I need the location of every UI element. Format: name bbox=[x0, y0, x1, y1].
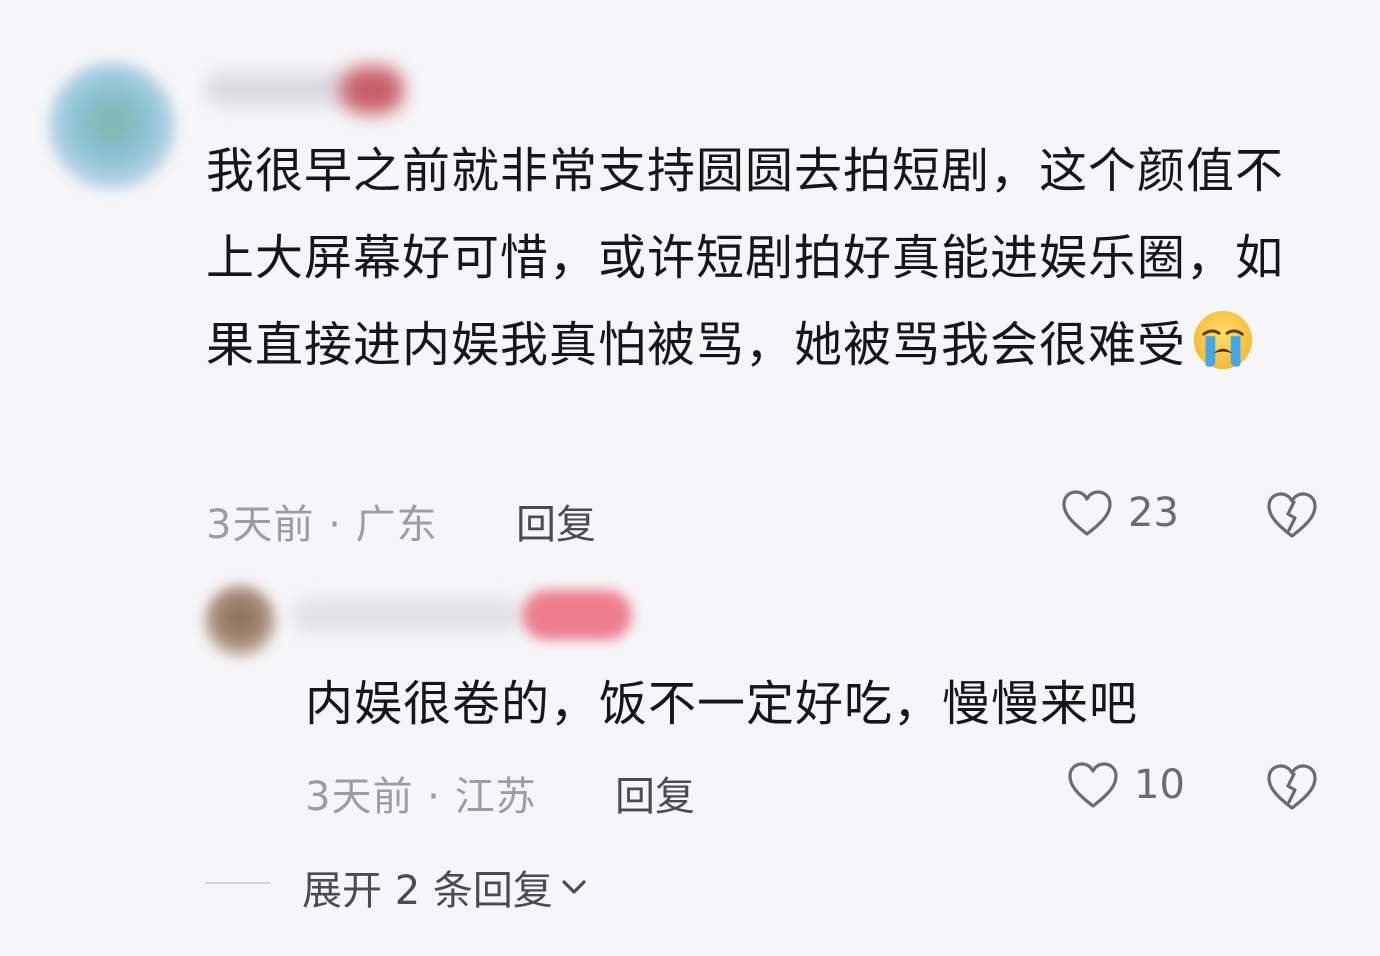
reply-reply-button[interactable]: 回复 bbox=[615, 764, 695, 822]
reply-text: 内娱很卷的，饭不一定好吃，慢慢来吧 bbox=[305, 676, 1139, 732]
heart-icon bbox=[1062, 490, 1112, 536]
user-badge-blurred bbox=[340, 66, 404, 114]
broken-heart-icon[interactable] bbox=[1265, 762, 1319, 812]
expand-replies-button[interactable]: 展开 2 条回复 bbox=[302, 858, 589, 916]
reply-meta: 3天前 · 江苏 bbox=[305, 774, 537, 820]
avatar[interactable] bbox=[48, 62, 176, 190]
reply-author-badge-blurred bbox=[522, 590, 632, 640]
like-button[interactable]: 23 bbox=[1060, 488, 1179, 538]
reply-avatar[interactable] bbox=[204, 585, 276, 657]
reply-button[interactable]: 回复 bbox=[516, 492, 596, 550]
comment-meta: 3天前 · 广东 bbox=[206, 502, 438, 548]
chevron-down-icon bbox=[562, 880, 586, 894]
comment-thread: 我很早之前就非常支持圆圆去拍短剧，这个颜值不上大屏幕好可惜，或许短剧拍好真能进娱… bbox=[0, 0, 1380, 956]
reply-username-blurred[interactable] bbox=[292, 598, 522, 632]
heart-icon bbox=[1068, 762, 1118, 808]
comment-text: 我很早之前就非常支持圆圆去拍短剧，这个颜值不上大屏幕好可惜，或许短剧拍好真能进娱… bbox=[206, 128, 1306, 389]
comment-text-content: 我很早之前就非常支持圆圆去拍短剧，这个颜值不上大屏幕好可惜，或许短剧拍好真能进娱… bbox=[206, 143, 1285, 373]
broken-heart-icon[interactable] bbox=[1265, 490, 1319, 540]
divider-line bbox=[205, 882, 271, 884]
reply-like-button[interactable]: 10 bbox=[1066, 760, 1185, 810]
reply-like-count: 10 bbox=[1134, 762, 1185, 808]
loudly-crying-face-icon bbox=[1193, 310, 1253, 370]
expand-replies-label: 展开 2 条回复 bbox=[302, 868, 553, 914]
like-count: 23 bbox=[1128, 490, 1179, 536]
username-blurred[interactable] bbox=[205, 72, 355, 106]
